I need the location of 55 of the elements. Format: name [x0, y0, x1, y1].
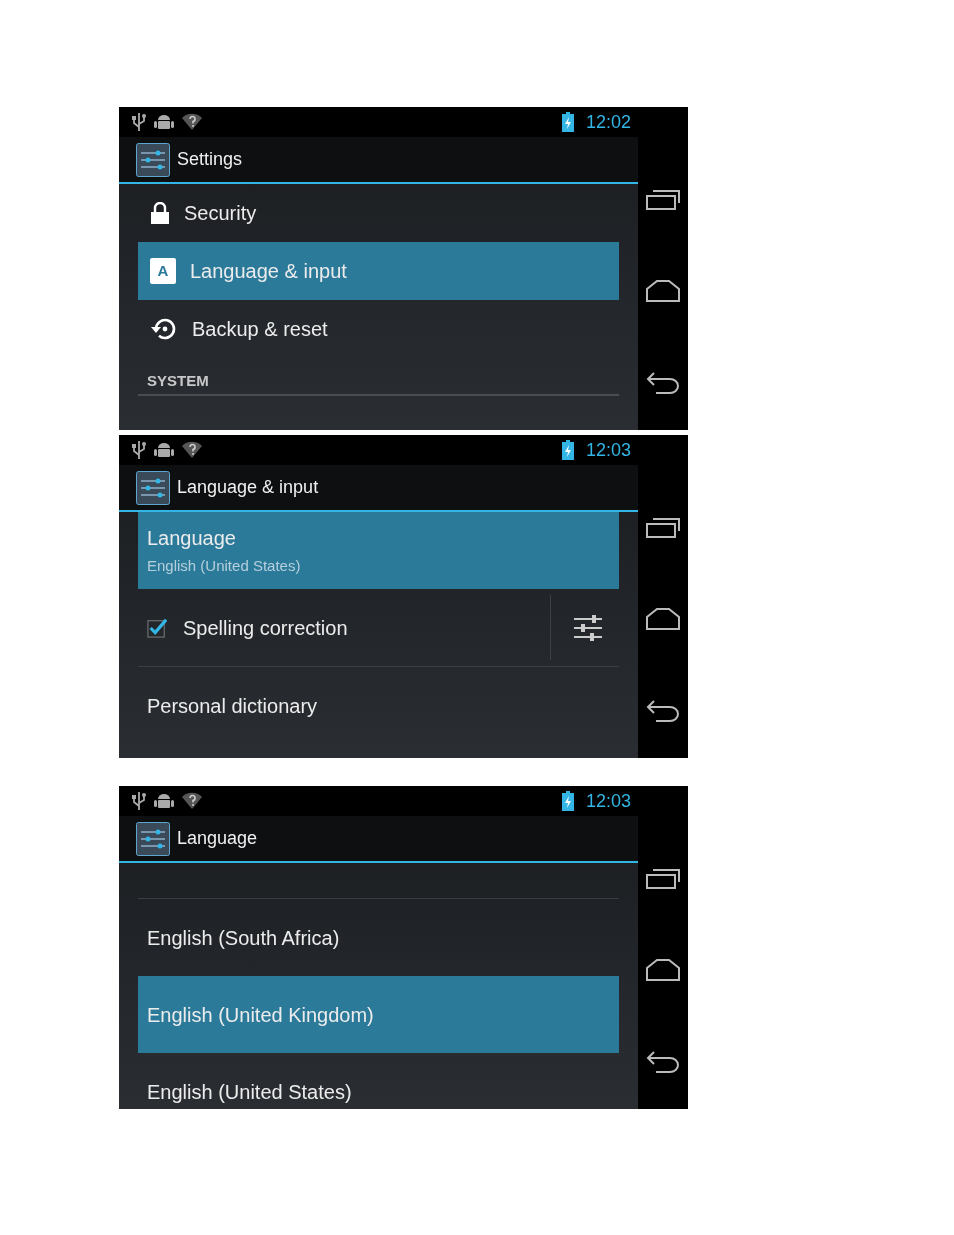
wifi-icon — [182, 441, 202, 459]
home-icon[interactable] — [646, 608, 680, 630]
recent-apps-icon[interactable] — [646, 869, 680, 889]
android-icon — [154, 440, 174, 460]
restore-icon — [150, 317, 178, 341]
screen-title: Settings — [177, 148, 243, 171]
item-label: English (United Kingdom) — [147, 1002, 374, 1028]
settings-item[interactable]: Personal dictionary — [138, 667, 619, 744]
item-label: Backup & reset — [192, 317, 328, 342]
settings-app-icon[interactable] — [136, 142, 170, 177]
item-label: Language — [147, 526, 236, 552]
settings-app-icon[interactable] — [136, 470, 170, 505]
back-icon[interactable] — [646, 372, 680, 394]
screen-title: Language — [177, 827, 258, 850]
item-label: Personal dictionary — [147, 693, 318, 719]
section-header: SYSTEM — [138, 358, 619, 396]
settings-item[interactable]: Security — [138, 184, 619, 242]
settings-item[interactable]: English (South Africa) — [138, 899, 619, 976]
settings-item[interactable]: Backup & reset — [138, 300, 619, 358]
back-icon[interactable] — [646, 1051, 680, 1073]
battery-icon — [561, 112, 574, 132]
back-icon[interactable] — [646, 700, 680, 722]
status-time: 12:03 — [585, 438, 631, 462]
wifi-icon — [182, 113, 202, 131]
settings-item[interactable]: Spelling correction — [138, 589, 619, 666]
status-time: 12:03 — [585, 789, 631, 813]
settings-app-icon[interactable] — [136, 821, 170, 856]
battery-icon — [561, 440, 574, 460]
recent-apps-icon[interactable] — [646, 190, 680, 210]
usb-icon — [132, 791, 146, 811]
usb-icon — [132, 112, 146, 132]
settings-item[interactable]: English (United Kingdom) — [138, 976, 619, 1053]
android-icon — [154, 112, 174, 132]
usb-icon — [132, 440, 146, 460]
android-icon — [154, 791, 174, 811]
settings-item[interactable]: A Language & input — [138, 242, 619, 300]
battery-icon — [561, 791, 574, 811]
status-time: 12:02 — [585, 110, 631, 134]
item-label: Language & input — [190, 259, 347, 284]
language-icon: A — [150, 258, 176, 284]
item-label: Security — [184, 201, 257, 226]
item-label: English (United States) — [147, 1079, 352, 1105]
item-summary: English (United States) — [147, 556, 301, 577]
settings-item[interactable]: English (United States) — [138, 1053, 619, 1109]
recent-apps-icon[interactable] — [646, 518, 680, 538]
settings-item[interactable]: Language English (United States) — [138, 512, 619, 589]
home-icon[interactable] — [646, 280, 680, 302]
home-icon[interactable] — [646, 959, 680, 981]
settings-sliders-icon[interactable] — [573, 613, 603, 642]
lock-icon — [150, 202, 170, 224]
checkbox[interactable] — [147, 617, 167, 638]
item-label: Spelling correction — [183, 615, 348, 641]
wifi-icon — [182, 792, 202, 810]
screen-title: Language & input — [177, 476, 319, 499]
item-label: English (South Africa) — [147, 925, 340, 951]
